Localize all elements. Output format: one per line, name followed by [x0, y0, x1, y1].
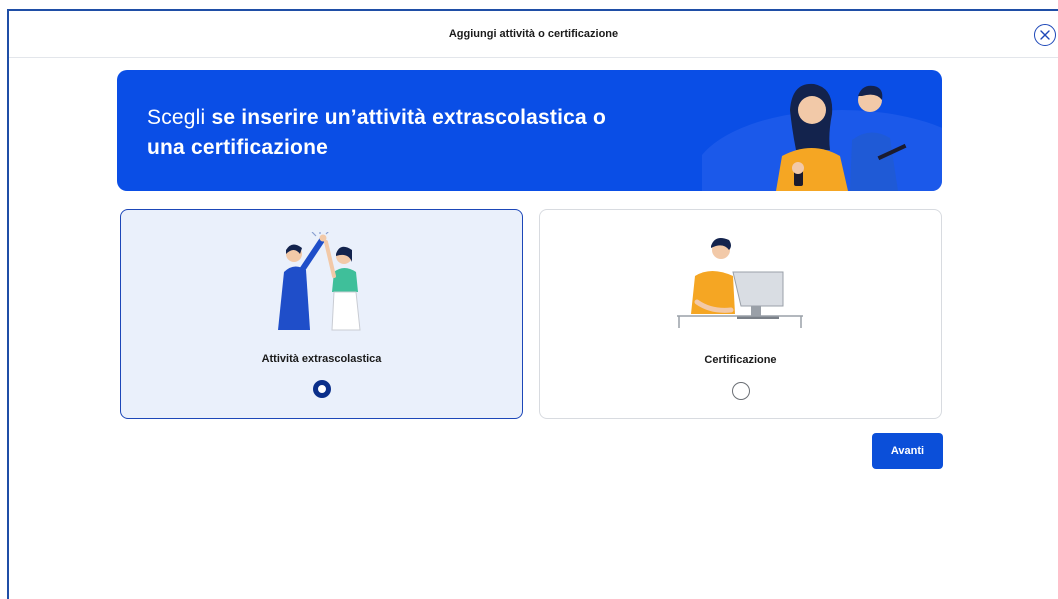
- banner-heading-plain: Scegli: [147, 106, 212, 129]
- banner-heading-bold: se inserire un’attività extrascolastica …: [147, 106, 606, 159]
- option-label: Certificazione: [704, 354, 777, 366]
- radio-certification[interactable]: [731, 382, 750, 400]
- next-button[interactable]: Avanti: [872, 433, 943, 469]
- modal-header: Aggiungi attività o certificazione: [9, 11, 1058, 58]
- option-card-extracurricular[interactable]: Attività extrascolastica: [120, 209, 523, 419]
- students-illustration: [702, 83, 942, 191]
- high-five-illustration: [277, 232, 361, 331]
- option-card-certification[interactable]: Certificazione: [539, 209, 942, 419]
- option-label: Attività extrascolastica: [261, 353, 382, 365]
- banner-heading: Scegli se inserire un’attività extrascol…: [147, 103, 627, 163]
- banner: Scegli se inserire un’attività extrascol…: [117, 70, 942, 191]
- close-button[interactable]: [1034, 24, 1056, 46]
- radio-extracurricular[interactable]: [312, 380, 331, 398]
- modal-title: Aggiungi attività o certificazione: [448, 28, 619, 40]
- close-icon: [1040, 30, 1050, 40]
- computer-user-illustration: [676, 238, 803, 328]
